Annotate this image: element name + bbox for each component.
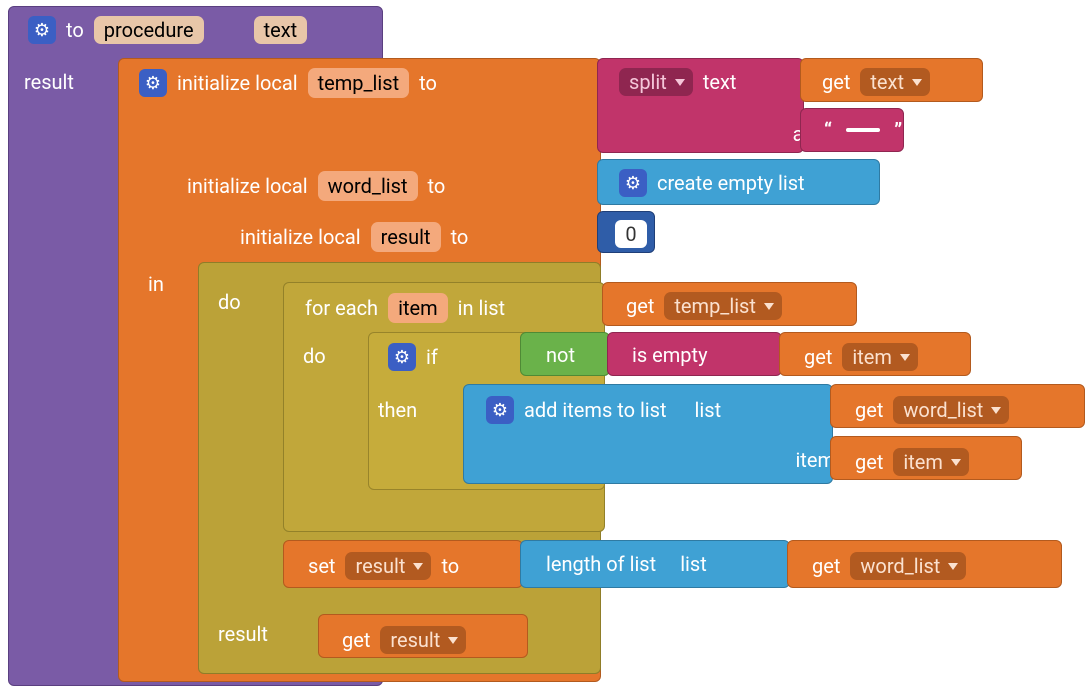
get-label: get xyxy=(626,294,654,318)
init-local-label: initialize local xyxy=(240,225,361,249)
split-text-label: text xyxy=(703,70,737,94)
result-label: result xyxy=(24,70,74,94)
add-items-label: add items to list xyxy=(524,398,667,422)
set-label: set xyxy=(308,554,335,578)
gear-icon[interactable]: ⚙ xyxy=(388,343,416,371)
list-label: list xyxy=(695,398,722,422)
open-quote: “ xyxy=(820,118,836,142)
to-label: to xyxy=(451,225,469,249)
init-local-label: initialize local xyxy=(187,174,308,198)
get-label: get xyxy=(855,398,883,422)
to-label: to xyxy=(428,174,446,198)
var-word-list[interactable]: word_list xyxy=(318,171,418,201)
to-label: to xyxy=(419,71,437,95)
foreach-label1: for each xyxy=(305,296,378,320)
get-item-dropdown[interactable]: item xyxy=(842,343,918,371)
split-dropdown[interactable]: split xyxy=(619,68,693,96)
get-label: get xyxy=(822,70,850,94)
gear-icon[interactable]: ⚙ xyxy=(486,396,514,424)
get-text-dropdown[interactable]: text xyxy=(860,68,930,96)
set-result-dropdown[interactable]: result xyxy=(345,552,431,580)
list-label: list xyxy=(680,552,707,576)
get-label: get xyxy=(804,345,832,369)
foreach-label2: in list xyxy=(458,296,505,320)
init-local-label: initialize local xyxy=(177,71,298,95)
get-wordlist-dropdown[interactable]: word_list xyxy=(893,396,1009,424)
in-label: in xyxy=(148,272,164,296)
get-label: get xyxy=(812,554,840,578)
do-label: do xyxy=(218,290,241,314)
get-wordlist2-dropdown[interactable]: word_list xyxy=(850,552,966,580)
get-item2-dropdown[interactable]: item xyxy=(893,448,969,476)
var-temp-list[interactable]: temp_list xyxy=(308,68,410,98)
close-quote: ” xyxy=(890,118,906,142)
gear-icon[interactable]: ⚙ xyxy=(619,169,647,197)
create-empty-label: create empty list xyxy=(657,171,805,195)
var-result[interactable]: result xyxy=(371,222,441,252)
get-result-dropdown[interactable]: result xyxy=(380,626,466,654)
to-label: to xyxy=(66,18,84,42)
then-label: then xyxy=(378,398,417,422)
if-label: if xyxy=(426,345,438,369)
procedure-name[interactable]: procedure xyxy=(94,16,204,44)
to-label: to xyxy=(441,554,459,578)
inner-do-label: do xyxy=(303,344,326,368)
length-label: length of list xyxy=(546,552,656,576)
zero-value[interactable]: 0 xyxy=(615,220,647,248)
gear-icon[interactable]: ⚙ xyxy=(28,16,56,44)
space-text[interactable] xyxy=(846,128,880,132)
foreach-item[interactable]: item xyxy=(388,293,448,323)
gear-icon[interactable]: ⚙ xyxy=(139,69,167,97)
get-label: get xyxy=(855,450,883,474)
procedure-param[interactable]: text xyxy=(254,16,308,44)
get-label: get xyxy=(342,628,370,652)
is-empty-label: is empty xyxy=(632,343,708,367)
result-label: result xyxy=(218,622,268,646)
not-label: not xyxy=(546,343,575,367)
get-temp-list-dropdown[interactable]: temp_list xyxy=(664,292,782,320)
